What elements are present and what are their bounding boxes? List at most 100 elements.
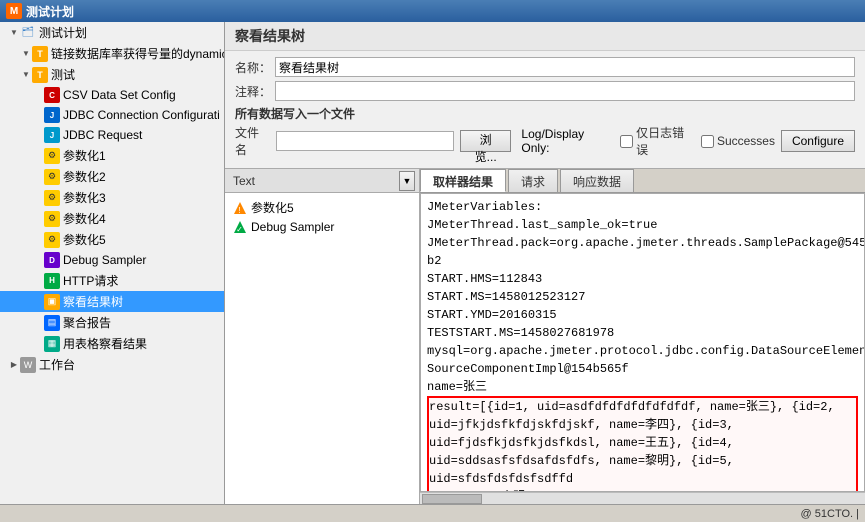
successes-checkbox-label[interactable]: Successes <box>701 134 775 148</box>
name-input[interactable] <box>275 57 855 77</box>
sidebar-label-workbench: 工作台 <box>39 356 75 373</box>
comment-input[interactable] <box>275 81 855 101</box>
sidebar-item-table[interactable]: ▦ 用表格察看结果 <box>0 333 224 354</box>
panel-title: 察看结果树 <box>225 22 865 51</box>
configure-button[interactable]: Configure <box>781 130 855 152</box>
result-tree-list: ! 参数化5 ✓ Debug Sampler <box>225 193 419 240</box>
param1-icon: ⚙ <box>44 148 60 164</box>
tab-response-label: 响应数据 <box>573 175 621 189</box>
sidebar-label-test: 测试 <box>51 66 75 83</box>
sidebar-item-param1[interactable]: ⚙ 参数化1 <box>0 145 224 166</box>
right-panel: 察看结果树 名称： 注释： 所有数据写入一个文件 文件名 浏览... Log/D… <box>225 22 865 504</box>
expand-arrow-agg <box>32 317 44 329</box>
file-input[interactable] <box>276 131 453 151</box>
expand-arrow-test: ▼ <box>20 69 32 81</box>
all-data-label: 所有数据写入一个文件 <box>235 105 855 122</box>
sidebar-label-jdbc-config: JDBC Connection Configurati <box>63 108 220 122</box>
errors-label: 仅日志错误 <box>636 124 695 158</box>
app-icon: M <box>6 3 22 19</box>
tab-response[interactable]: 响应数据 <box>560 169 634 192</box>
content-line-9: mysql=org.apache.jmeter.protocol.jdbc.co… <box>427 344 865 358</box>
result-item-debug-label: Debug Sampler <box>251 220 334 234</box>
content-area[interactable]: JMeterVariables: JMeterThread.last_sampl… <box>420 193 865 492</box>
content-line-6: START.MS=1458012523127 <box>427 290 585 304</box>
scrollbar-thumb[interactable] <box>422 494 482 504</box>
bottom-panel: Text ▼ ! 参数化5 <box>225 168 865 504</box>
sidebar-item-workbench[interactable]: ▶ W 工作台 <box>0 354 224 375</box>
sidebar-item-view[interactable]: ▣ 察看结果树 <box>0 291 224 312</box>
sidebar-item-debug[interactable]: D Debug Sampler <box>0 250 224 270</box>
sidebar-label-param4: 参数化4 <box>63 210 106 227</box>
warn-triangle-icon: ! <box>233 201 247 215</box>
sidebar-item-plan[interactable]: ▼ 🗂 测试计划 <box>0 22 224 43</box>
sidebar-item-test[interactable]: ▼ T 测试 <box>0 64 224 85</box>
expand-arrow-param2 <box>32 171 44 183</box>
form-section: 名称： 注释： 所有数据写入一个文件 文件名 浏览... Log/Display… <box>225 51 865 168</box>
list-item[interactable]: ✓ Debug Sampler <box>229 218 415 236</box>
sidebar-item-csv[interactable]: C CSV Data Set Config <box>0 85 224 105</box>
errors-checkbox[interactable] <box>620 135 633 148</box>
panel-title-text: 察看结果树 <box>235 28 305 44</box>
successes-label: Successes <box>717 134 775 148</box>
svg-text:✓: ✓ <box>236 225 243 234</box>
expand-arrow-param1 <box>32 150 44 162</box>
csv-icon: C <box>44 87 60 103</box>
comment-row: 注释： <box>235 81 855 101</box>
content-line-1: JMeterVariables: <box>427 200 542 214</box>
result-item-param5-label: 参数化5 <box>251 199 294 216</box>
sidebar-label-param3: 参数化3 <box>63 189 106 206</box>
tab-sampler-label: 取样器结果 <box>433 175 493 189</box>
sidebar-label-agg: 聚合报告 <box>63 314 111 331</box>
sidebar-item-jdbc-req[interactable]: J JDBC Request <box>0 125 224 145</box>
text-dropdown-button[interactable]: ▼ <box>399 171 415 191</box>
sidebar-item-param4[interactable]: ⚙ 参数化4 <box>0 208 224 229</box>
browse-button[interactable]: 浏览... <box>460 130 512 152</box>
content-line-7: START.YMD=20160315 <box>427 308 557 322</box>
expand-arrow-http <box>32 275 44 287</box>
ok-triangle-icon: ✓ <box>233 220 247 234</box>
tab-sampler-results[interactable]: 取样器结果 <box>420 169 506 192</box>
title-bar: M 测试计划 <box>0 0 865 22</box>
comment-label: 注释： <box>235 83 275 100</box>
file-row: 文件名 浏览... Log/Display Only: 仅日志错误 Succes… <box>235 124 855 158</box>
sidebar-item-param2[interactable]: ⚙ 参数化2 <box>0 166 224 187</box>
sidebar-label-http: HTTP请求 <box>63 272 118 289</box>
horizontal-scrollbar[interactable] <box>420 492 865 504</box>
expand-arrow-plan: ▼ <box>8 27 20 39</box>
content-line-8: TESTSTART.MS=1458027681978 <box>427 326 614 340</box>
tab-request[interactable]: 请求 <box>508 169 558 192</box>
expand-arrow-workbench: ▶ <box>8 359 20 371</box>
expand-arrow-param3 <box>32 192 44 204</box>
sidebar-item-param5[interactable]: ⚙ 参数化5 <box>0 229 224 250</box>
view-icon: ▣ <box>44 294 60 310</box>
expand-arrow-link: ▼ <box>20 48 32 60</box>
thread-icon-test: T <box>32 67 48 83</box>
sidebar-item-param3[interactable]: ⚙ 参数化3 <box>0 187 224 208</box>
name-row: 名称： <box>235 57 855 77</box>
title-bar-text: 测试计划 <box>26 3 74 20</box>
sidebar-item-http[interactable]: H HTTP请求 <box>0 270 224 291</box>
tabs-row: 取样器结果 请求 响应数据 <box>420 169 865 193</box>
sidebar-item-jdbc-config[interactable]: J JDBC Connection Configurati <box>0 105 224 125</box>
jdbc-req-icon: J <box>44 127 60 143</box>
thread-icon-link: T <box>32 46 48 62</box>
agg-icon: ▤ <box>44 315 60 331</box>
sidebar-label-plan: 测试计划 <box>39 24 87 41</box>
content-line-11: name=张三 <box>427 380 487 394</box>
successes-checkbox[interactable] <box>701 135 714 148</box>
param4-icon: ⚙ <box>44 211 60 227</box>
sidebar-item-link[interactable]: ▼ T 链接数据库率获得号量的dynamic <box>0 43 224 64</box>
tab-request-label: 请求 <box>521 175 545 189</box>
content-line-5: START.HMS=112843 <box>427 272 542 286</box>
sidebar-label-link: 链接数据库率获得号量的dynamic <box>51 45 224 62</box>
sidebar-item-agg[interactable]: ▤ 聚合报告 <box>0 312 224 333</box>
sidebar-label-csv: CSV Data Set Config <box>63 88 176 102</box>
sidebar-label-debug: Debug Sampler <box>63 253 146 267</box>
errors-checkbox-label[interactable]: 仅日志错误 <box>620 124 695 158</box>
expand-arrow-param5 <box>32 234 44 246</box>
workbench-icon: W <box>20 357 36 373</box>
list-item[interactable]: ! 参数化5 <box>229 197 415 218</box>
expand-arrow-jdbc-req <box>32 129 44 141</box>
jdbc-config-icon: J <box>44 107 60 123</box>
content-line-10: SourceComponentImpl@154b565f <box>427 362 629 376</box>
